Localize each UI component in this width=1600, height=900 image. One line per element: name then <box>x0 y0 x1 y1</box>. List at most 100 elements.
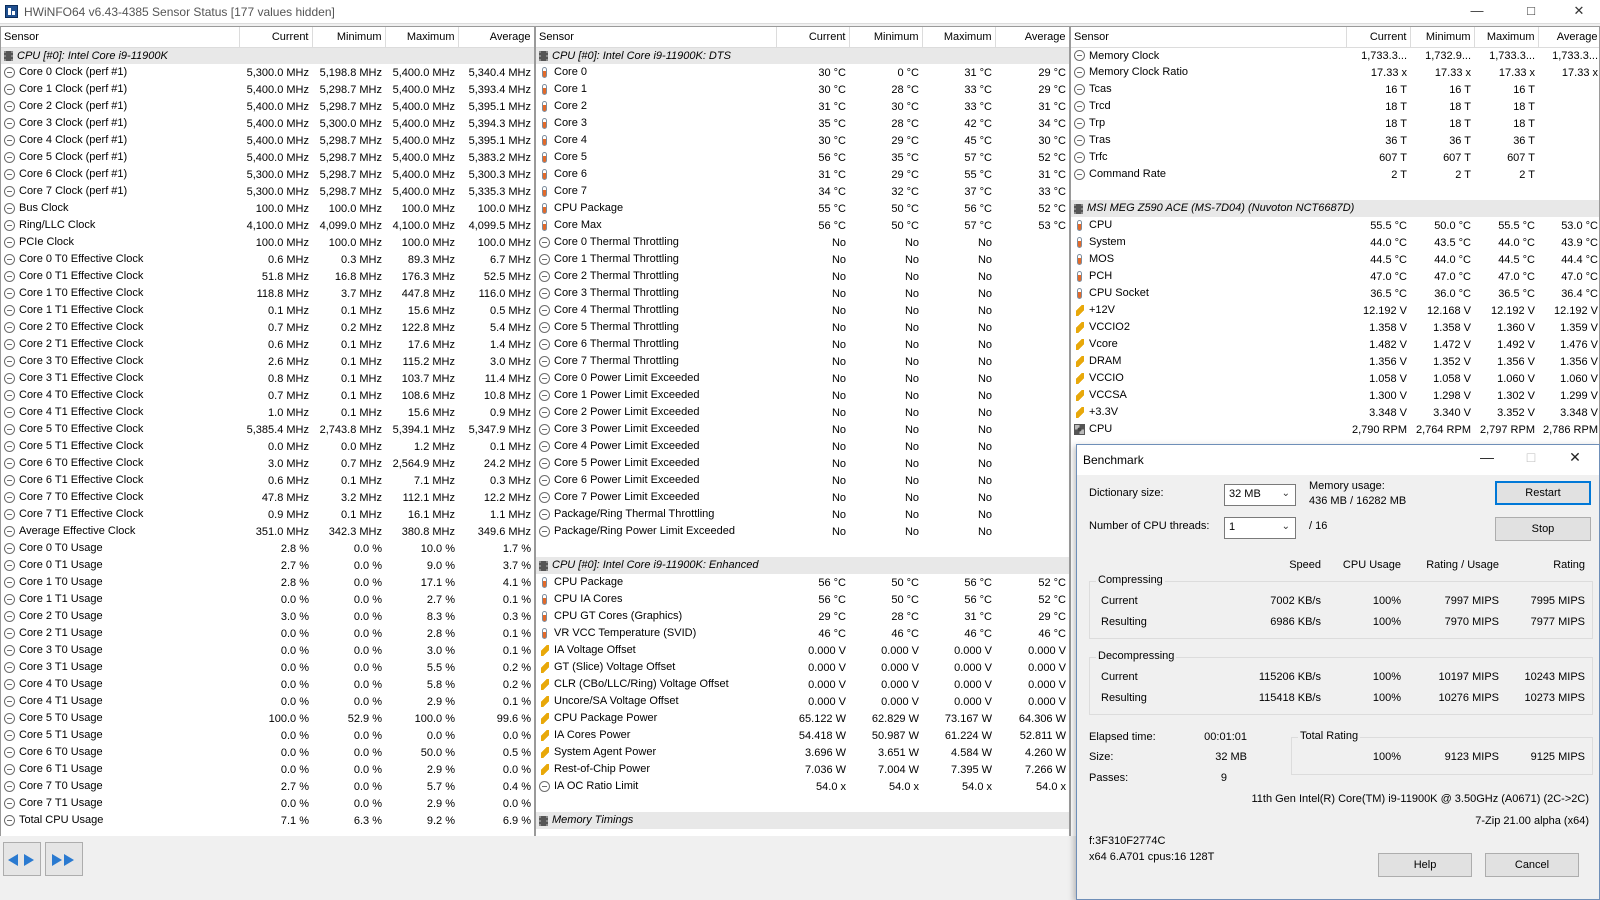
sensor-row[interactable]: Core 3 Clock (perf #1) 5,400.0 MHz 5,300.0… <box>1 115 534 132</box>
sensor-row[interactable]: Trfc 607 T 607 T 607 T <box>1071 149 1599 166</box>
sensor-row[interactable]: Core 4 T0 Usage 0.0 % 0.0 % 5.8 % 0.2 % <box>1 676 534 693</box>
sensor-panel-1[interactable]: Sensor Current Minimum Maximum Average C… <box>0 26 535 846</box>
sensor-row[interactable]: Core 1 Thermal Throttling No No No <box>536 251 1069 268</box>
sensor-row[interactable]: IA OC Ratio Limit 54.0 x 54.0 x 54.0 x 54.0 … <box>536 778 1069 795</box>
sensor-row[interactable]: Trcd 18 T 18 T 18 T <box>1071 98 1599 115</box>
sensor-row[interactable]: Command Rate 2 T 2 T 2 T <box>1071 166 1599 183</box>
sensor-row[interactable]: Core 2 Power Limit Exceeded No No No <box>536 404 1069 421</box>
sensor-row[interactable]: Core 6 T1 Effective Clock 0.6 MHz 0.1 MHz 7… <box>1 472 534 489</box>
dictionary-size-select[interactable]: 32 MB ⌄ <box>1224 484 1296 506</box>
sensor-row[interactable]: VCCIO 1.058 V 1.058 V 1.060 V 1.060 V <box>1071 370 1599 387</box>
column-header-average[interactable]: Average <box>1538 27 1599 48</box>
sensor-row[interactable]: Core 5 56 °C 35 °C 57 °C 52 °C <box>536 149 1069 166</box>
sensor-row[interactable]: Memory Clock 1,733.3... 1,732.9... 1,733.3.… <box>1071 47 1599 64</box>
sensor-row[interactable]: Core 3 T0 Effective Clock 2.6 MHz 0.1 MHz 1… <box>1 353 534 370</box>
sensor-row[interactable]: Core 5 T0 Usage 100.0 % 52.9 % 100.0 % 99.6 … <box>1 710 534 727</box>
sensor-row[interactable]: Total CPU Usage 7.1 % 6.3 % 9.2 % 6.9 % <box>1 812 534 829</box>
sensor-row[interactable]: VCCSA 1.300 V 1.298 V 1.302 V 1.299 V <box>1071 387 1599 404</box>
column-header-minimum[interactable]: Minimum <box>1410 27 1475 48</box>
sensor-row[interactable]: Core 4 Thermal Throttling No No No <box>536 302 1069 319</box>
column-header-minimum[interactable]: Minimum <box>312 27 386 48</box>
sensor-row[interactable]: VR VCC Temperature (SVID) 46 °C 46 °C 46 °C… <box>536 625 1069 642</box>
sensor-row[interactable]: Core 2 T1 Effective Clock 0.6 MHz 0.1 MHz 1… <box>1 336 534 353</box>
sensor-row[interactable]: DRAM 1.356 V 1.352 V 1.356 V 1.356 V <box>1071 353 1599 370</box>
column-header-minimum[interactable]: Minimum <box>849 27 923 48</box>
sensor-row[interactable]: Core 6 Thermal Throttling No No No <box>536 336 1069 353</box>
sensor-row[interactable]: Core Max 56 °C 50 °C 57 °C 53 °C <box>536 217 1069 234</box>
sensor-row[interactable]: System 44.0 °C 43.5 °C 44.0 °C 43.9 °C <box>1071 234 1599 251</box>
sensor-row[interactable]: Core 5 Clock (perf #1) 5,400.0 MHz 5,298.7… <box>1 149 534 166</box>
sensor-row[interactable]: Core 0 T1 Effective Clock 51.8 MHz 16.8 MH… <box>1 268 534 285</box>
sensor-row[interactable]: Core 7 T0 Effective Clock 47.8 MHz 3.2 MHz… <box>1 489 534 506</box>
sensor-row[interactable]: Core 1 T1 Effective Clock 0.1 MHz 0.1 MHz 1… <box>1 302 534 319</box>
column-header-maximum[interactable]: Maximum <box>922 27 996 48</box>
sensor-group-header[interactable]: CPU [#0]: Intel Core i9-11900K: Enhanced <box>536 557 1069 574</box>
column-header-maximum[interactable]: Maximum <box>1474 27 1539 48</box>
sensor-row[interactable]: Core 5 Thermal Throttling No No No <box>536 319 1069 336</box>
sensor-row[interactable]: Core 0 Power Limit Exceeded No No No <box>536 370 1069 387</box>
column-header-average[interactable]: Average <box>995 27 1069 48</box>
sensor-row[interactable]: Core 3 Power Limit Exceeded No No No <box>536 421 1069 438</box>
sensor-row[interactable]: Core 7 T1 Usage 0.0 % 0.0 % 2.9 % 0.0 % <box>1 795 534 812</box>
sensor-row[interactable]: Core 0 T0 Usage 2.8 % 0.0 % 10.0 % 1.7 % <box>1 540 534 557</box>
column-header-current[interactable]: Current <box>776 27 850 48</box>
sensor-row[interactable]: Rest-of-Chip Power 7.036 W 7.004 W 7.395 W 7… <box>536 761 1069 778</box>
sensor-row[interactable]: Memory Clock Ratio 17.33 x 17.33 x 17.33 x 1… <box>1071 64 1599 81</box>
sensor-row[interactable]: CPU 2,790 RPM 2,764 RPM 2,797 RPM 2,786 RPM <box>1071 421 1599 438</box>
sensor-group-header[interactable]: MSI MEG Z590 ACE (MS-7D04) (Nuvoton NCT6… <box>1071 200 1599 217</box>
column-header-current[interactable]: Current <box>1346 27 1411 48</box>
restart-button[interactable]: Restart <box>1495 481 1591 505</box>
sensor-row[interactable]: CPU 55.5 °C 50.0 °C 55.5 °C 53.0 °C <box>1071 217 1599 234</box>
column-header-current[interactable]: Current <box>239 27 313 48</box>
sensor-row[interactable]: Core 2 31 °C 30 °C 33 °C 31 °C <box>536 98 1069 115</box>
sensor-row[interactable]: Core 5 T0 Effective Clock 5,385.4 MHz 2,74… <box>1 421 534 438</box>
sensor-group-header[interactable]: CPU [#0]: Intel Core i9-11900K <box>1 47 534 64</box>
sensor-row[interactable]: CPU GT Cores (Graphics) 29 °C 28 °C 31 °C 29… <box>536 608 1069 625</box>
help-button[interactable]: Help <box>1378 853 1472 877</box>
sensor-row[interactable]: IA Voltage Offset 0.000 V 0.000 V 0.000 V 0.… <box>536 642 1069 659</box>
sensor-row[interactable]: Core 0 T0 Effective Clock 0.6 MHz 0.3 MHz 8… <box>1 251 534 268</box>
sensor-group-header[interactable]: CPU [#0]: Intel Core i9-11900K: DTS <box>536 47 1069 64</box>
sensor-row[interactable]: Trp 18 T 18 T 18 T <box>1071 115 1599 132</box>
sensor-row[interactable]: Tcas 16 T 16 T 16 T <box>1071 81 1599 98</box>
benchmark-minimize-button[interactable]: — <box>1467 449 1507 465</box>
column-header-average[interactable]: Average <box>458 27 534 48</box>
navigate-forward-button[interactable] <box>45 842 83 876</box>
sensor-row[interactable]: Core 4 T0 Effective Clock 0.7 MHz 0.1 MHz 1… <box>1 387 534 404</box>
sensor-row[interactable]: System Agent Power 3.696 W 3.651 W 4.584 W 4… <box>536 744 1069 761</box>
sensor-row[interactable]: Core 4 30 °C 29 °C 45 °C 30 °C <box>536 132 1069 149</box>
sensor-row[interactable]: Core 7 T1 Effective Clock 0.9 MHz 0.1 MHz 1… <box>1 506 534 523</box>
minimize-button[interactable]: — <box>1454 0 1500 24</box>
sensor-row[interactable]: Core 1 T1 Usage 0.0 % 0.0 % 2.7 % 0.1 % <box>1 591 534 608</box>
sensor-row[interactable]: Core 6 T0 Effective Clock 3.0 MHz 0.7 MHz 2… <box>1 455 534 472</box>
sensor-row[interactable]: CPU Socket 36.5 °C 36.0 °C 36.5 °C 36.4 °C <box>1071 285 1599 302</box>
sensor-row[interactable]: Package/Ring Thermal Throttling No No No <box>536 506 1069 523</box>
column-header-sensor[interactable]: Sensor <box>1 27 240 48</box>
sensor-row[interactable]: Core 4 T1 Usage 0.0 % 0.0 % 2.9 % 0.1 % <box>1 693 534 710</box>
sensor-row[interactable]: Core 6 T0 Usage 0.0 % 0.0 % 50.0 % 0.5 % <box>1 744 534 761</box>
sensor-row[interactable]: +12V 12.192 V 12.168 V 12.192 V 12.192 V <box>1071 302 1599 319</box>
column-header-sensor[interactable]: Sensor <box>1071 27 1347 48</box>
sensor-row[interactable]: Core 5 T1 Effective Clock 0.0 MHz 0.0 MHz 1… <box>1 438 534 455</box>
sensor-row[interactable]: Core 5 T1 Usage 0.0 % 0.0 % 0.0 % 0.0 % <box>1 727 534 744</box>
sensor-row[interactable]: CPU IA Cores 56 °C 50 °C 56 °C 52 °C <box>536 591 1069 608</box>
sensor-row[interactable]: Core 1 Power Limit Exceeded No No No <box>536 387 1069 404</box>
cancel-button[interactable]: Cancel <box>1485 853 1579 877</box>
sensor-group-header[interactable]: Memory Timings <box>536 812 1069 829</box>
sensor-row[interactable]: Core 6 Power Limit Exceeded No No No <box>536 472 1069 489</box>
sensor-row[interactable]: Core 2 Clock (perf #1) 5,400.0 MHz 5,298.7… <box>1 98 534 115</box>
sensor-row[interactable]: Average Effective Clock 351.0 MHz 342.3 MH… <box>1 523 534 540</box>
column-header-sensor[interactable]: Sensor <box>536 27 777 48</box>
cpu-threads-select[interactable]: 1 ⌄ <box>1224 517 1296 539</box>
sensor-row[interactable]: Core 0 Clock (perf #1) 5,300.0 MHz 5,198.8… <box>1 64 534 81</box>
sensor-row[interactable]: Core 7 34 °C 32 °C 37 °C 33 °C <box>536 183 1069 200</box>
sensor-row[interactable]: Core 4 T1 Effective Clock 1.0 MHz 0.1 MHz 1… <box>1 404 534 421</box>
sensor-row[interactable]: Ring/LLC Clock 4,100.0 MHz 4,099.0 MHz 4,10… <box>1 217 534 234</box>
sensor-row[interactable]: CLR (CBo/LLC/Ring) Voltage Offset 0.000 V… <box>536 676 1069 693</box>
sensor-row[interactable]: Uncore/SA Voltage Offset 0.000 V 0.000 V 0.… <box>536 693 1069 710</box>
sensor-row[interactable]: Core 7 Power Limit Exceeded No No No <box>536 489 1069 506</box>
sensor-row[interactable]: Core 7 Clock (perf #1) 5,300.0 MHz 5,298.7… <box>1 183 534 200</box>
sensor-row[interactable]: Core 3 T1 Usage 0.0 % 0.0 % 5.5 % 0.2 % <box>1 659 534 676</box>
sensor-row[interactable]: Core 2 T0 Effective Clock 0.7 MHz 0.2 MHz 1… <box>1 319 534 336</box>
column-header-maximum[interactable]: Maximum <box>385 27 459 48</box>
